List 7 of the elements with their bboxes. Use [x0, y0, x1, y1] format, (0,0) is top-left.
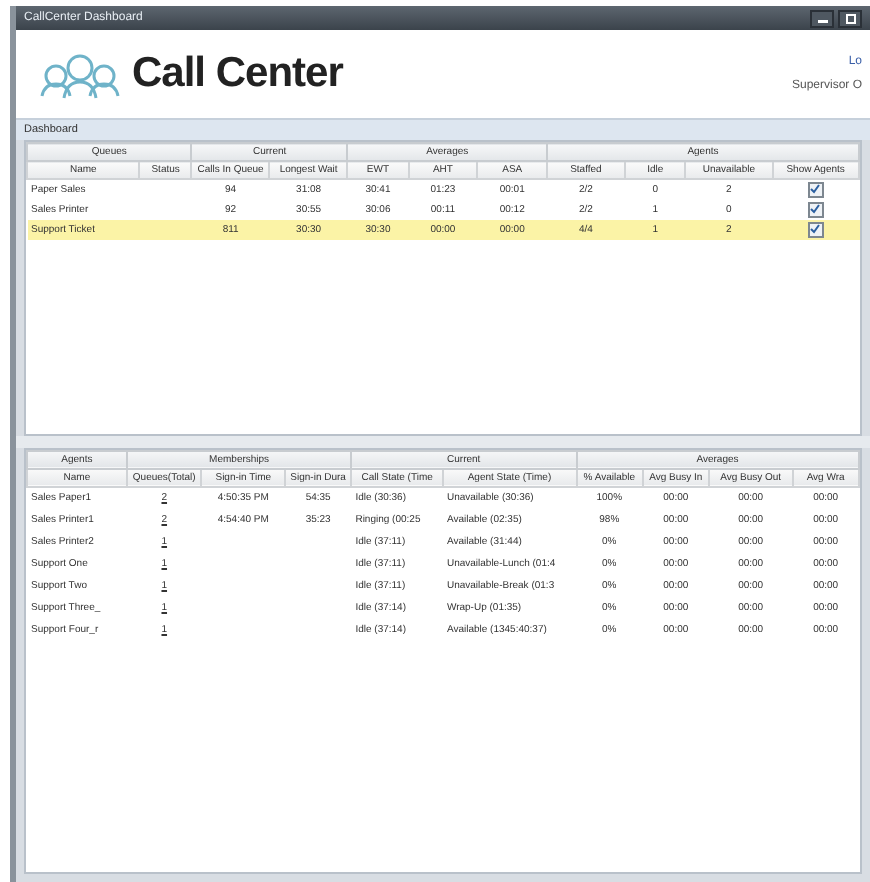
minimize-button[interactable] [810, 9, 834, 27]
app-title: Call Center [132, 50, 343, 98]
maximize-button[interactable] [838, 9, 862, 27]
checkbox[interactable] [807, 181, 824, 198]
maximize-icon[interactable] [845, 13, 855, 23]
checkbox[interactable] [807, 201, 824, 218]
checkbox[interactable] [807, 221, 824, 238]
